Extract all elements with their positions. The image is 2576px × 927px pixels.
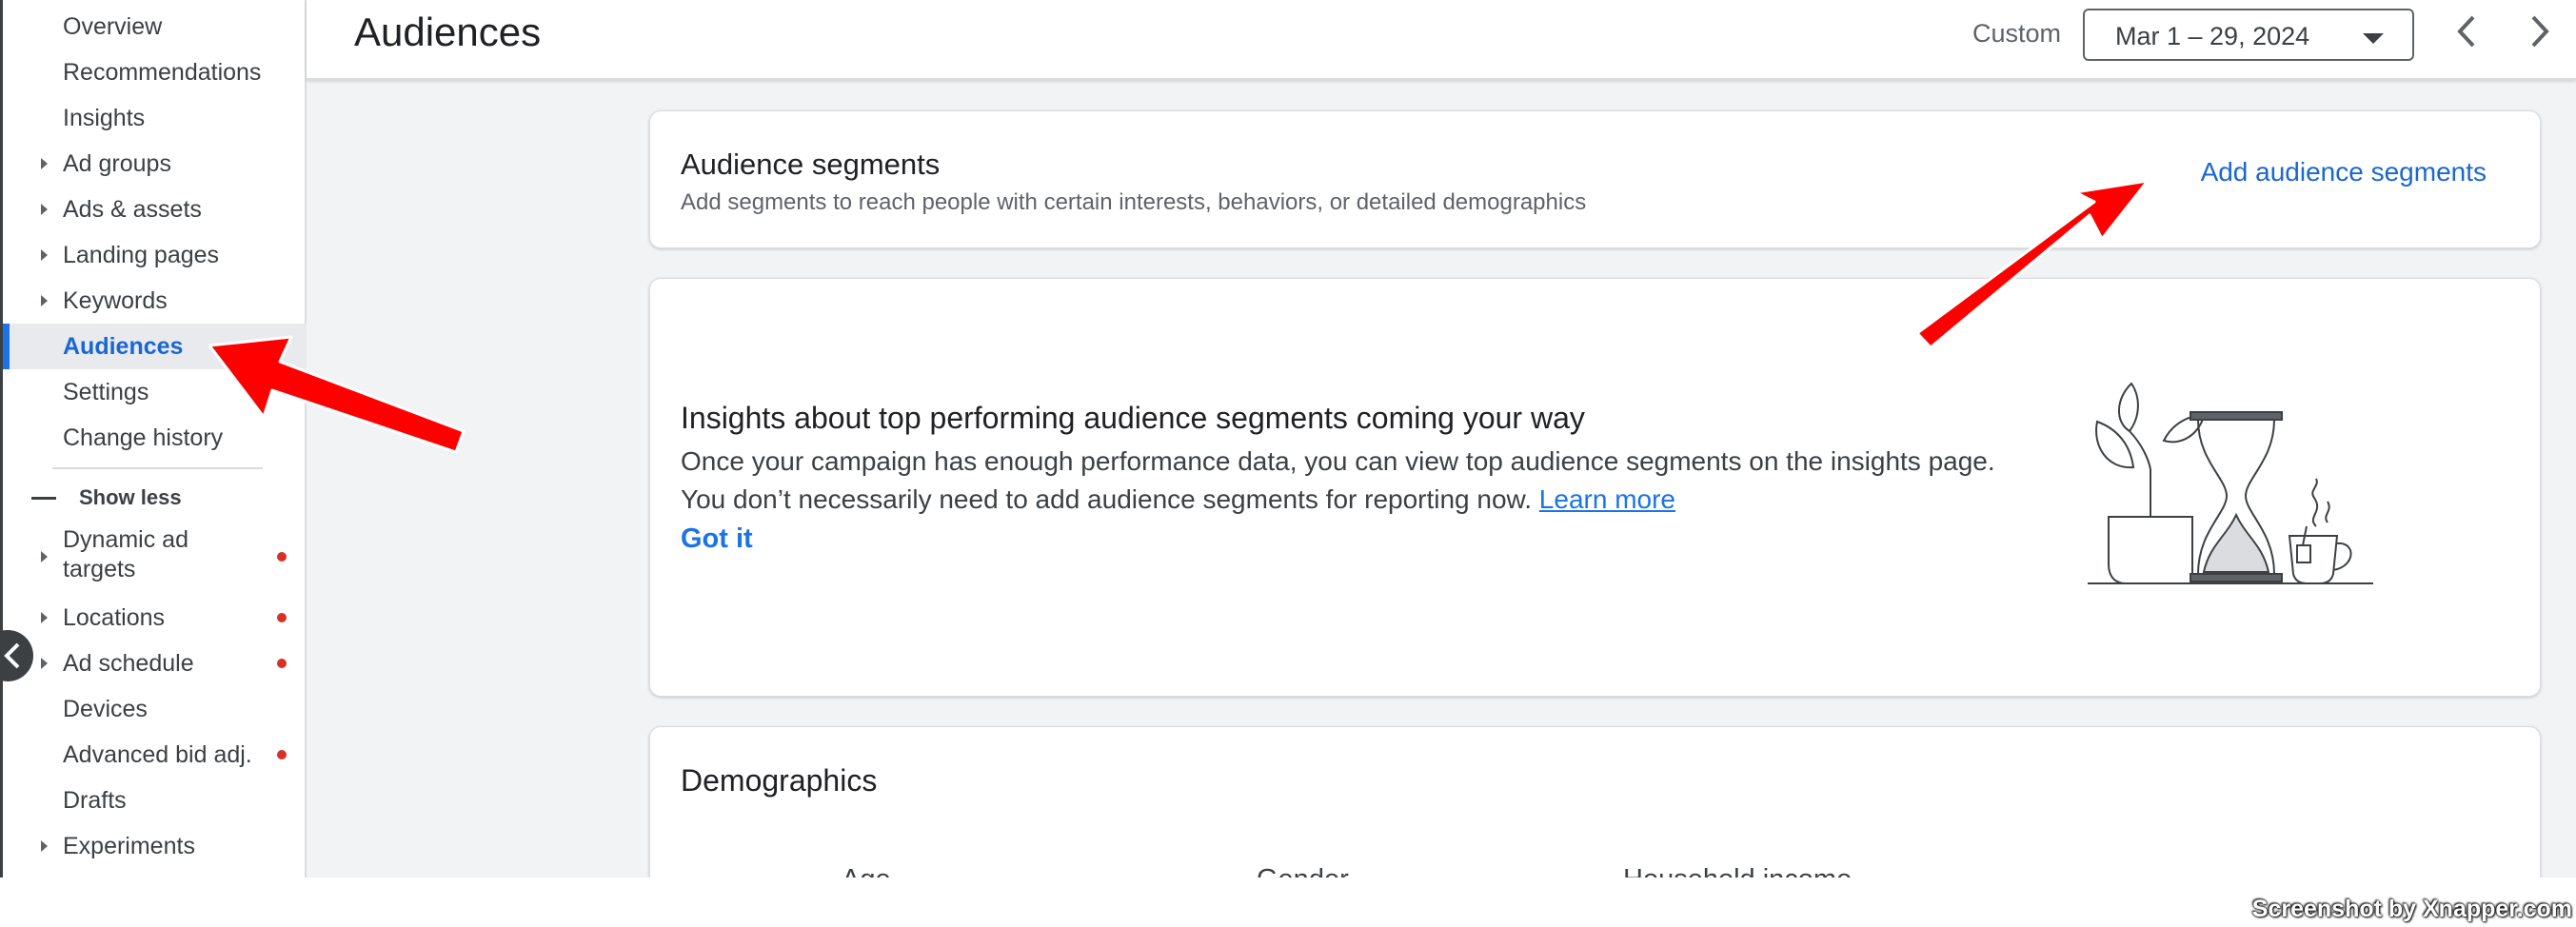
sidebar-item-label: Advanced bid adj. [63, 740, 252, 768]
alert-dot-icon [277, 613, 287, 622]
sidebar-item-label: Dynamic ad targets [63, 526, 188, 582]
date-mode-label: Custom [1972, 19, 2062, 48]
active-indicator [3, 324, 10, 369]
sidebar-item-label: Settings [63, 378, 149, 405]
chevron-left-icon [2457, 15, 2475, 48]
sidebar-item-label: Insights [63, 104, 146, 131]
date-range-select[interactable]: Mar 1 – 29, 2024 [2083, 9, 2414, 61]
expand-caret-icon[interactable] [41, 249, 48, 261]
got-it-button[interactable]: Got it [681, 523, 753, 555]
demographics-card: Demographics Age Gender Household income [649, 726, 2541, 878]
sidebar-item-advanced-bid-adj[interactable]: Advanced bid adj. [3, 732, 307, 778]
sidebar-item-overview[interactable]: Overview [3, 4, 307, 49]
sidebar-item-label: Keywords [63, 286, 168, 314]
sidebar-item-label: Overview [63, 12, 163, 40]
demographics-column-age[interactable]: Age [842, 864, 891, 878]
expand-caret-icon[interactable] [41, 204, 48, 215]
sidebar-item-experiments[interactable]: Experiments [3, 823, 307, 869]
sidebar-item-devices[interactable]: Devices [3, 686, 307, 732]
insights-body-text: Once your campaign has enough performanc… [681, 446, 1995, 514]
page-title: Audiences [354, 10, 542, 54]
expand-caret-icon[interactable] [41, 551, 48, 562]
sidebar-item-ads-assets[interactable]: Ads & assets [3, 187, 307, 232]
card-title: Audience segments [681, 148, 941, 181]
sidebar-item-locations[interactable]: Locations [3, 595, 307, 641]
sidebar-item-label: Ad groups [63, 149, 171, 177]
expand-caret-icon[interactable] [41, 295, 48, 306]
alert-dot-icon [277, 750, 287, 759]
card-title: Insights about top performing audience s… [681, 401, 1585, 435]
sidebar-item-recommendations[interactable]: Recommendations [3, 49, 307, 95]
show-less-label: Show less [79, 485, 182, 509]
dropdown-arrow-icon [2363, 33, 2384, 44]
alert-dot-icon [277, 659, 287, 668]
hourglass-plant-illustration-icon [2088, 382, 2373, 584]
show-less-button[interactable]: Show less [31, 481, 182, 515]
next-period-button[interactable] [2520, 11, 2558, 53]
sidebar-item-label: Devices [63, 695, 148, 722]
sidebar-divider [52, 467, 263, 469]
screenshot-stage: Overview Recommendations Insights Ad gro… [0, 0, 2576, 927]
sidebar-item-keywords[interactable]: Keywords [3, 278, 307, 324]
expand-caret-icon[interactable] [41, 158, 48, 169]
sidebar-item-ad-groups[interactable]: Ad groups [3, 141, 307, 187]
chevron-right-icon [2531, 15, 2549, 48]
sidebar-item-landing-pages[interactable]: Landing pages [3, 232, 307, 278]
sidebar-item-label: Locations [63, 603, 166, 631]
add-audience-segments-link[interactable]: Add audience segments [2201, 157, 2487, 187]
sidebar-item-label: Audiences [63, 332, 184, 360]
demographics-column-gender[interactable]: Gender [1257, 864, 1349, 878]
sidebar-item-label: Ad schedule [63, 649, 194, 677]
sidebar-item-insights[interactable]: Insights [3, 95, 307, 141]
audience-segments-card: Audience segments Add segments to reach … [649, 110, 2541, 248]
chevron-left-icon [4, 642, 20, 669]
watermark: Screenshot by Xnapper.com [2251, 896, 2572, 922]
demographics-column-household-income[interactable]: Household income [1623, 864, 1852, 878]
annotation-arrow-to-audiences [208, 335, 466, 454]
card-body: Once your campaign has enough performanc… [681, 443, 2013, 519]
expand-caret-icon[interactable] [41, 840, 48, 852]
sidebar-item-label: Recommendations [63, 58, 262, 86]
sidebar-item-label: Drafts [63, 786, 127, 814]
minus-icon [31, 496, 56, 500]
sidebar-item-drafts[interactable]: Drafts [3, 778, 307, 823]
date-range-value: Mar 1 – 29, 2024 [2115, 22, 2310, 50]
sidebar-item-ad-schedule[interactable]: Ad schedule [3, 641, 307, 686]
expand-caret-icon[interactable] [41, 612, 48, 623]
page-header: Audiences Custom Mar 1 – 29, 2024 [307, 0, 2576, 80]
sidebar-item-label: Landing pages [63, 241, 220, 268]
expand-caret-icon[interactable] [41, 658, 48, 669]
learn-more-link[interactable]: Learn more [1539, 484, 1675, 514]
card-subtitle: Add segments to reach people with certai… [681, 189, 1587, 215]
sidebar-item-dynamic-ad-targets[interactable]: Dynamic ad targets [3, 523, 307, 590]
google-ads-app: Overview Recommendations Insights Ad gro… [0, 0, 2576, 878]
insights-card: Insights about top performing audience s… [649, 278, 2541, 697]
alert-dot-icon [277, 552, 287, 562]
card-title: Demographics [681, 763, 878, 798]
annotation-arrow-to-add-segments [1915, 179, 2150, 349]
sidebar-item-label: Experiments [63, 832, 195, 859]
sidebar-item-label: Ads & assets [63, 195, 202, 223]
previous-period-button[interactable] [2448, 11, 2487, 53]
